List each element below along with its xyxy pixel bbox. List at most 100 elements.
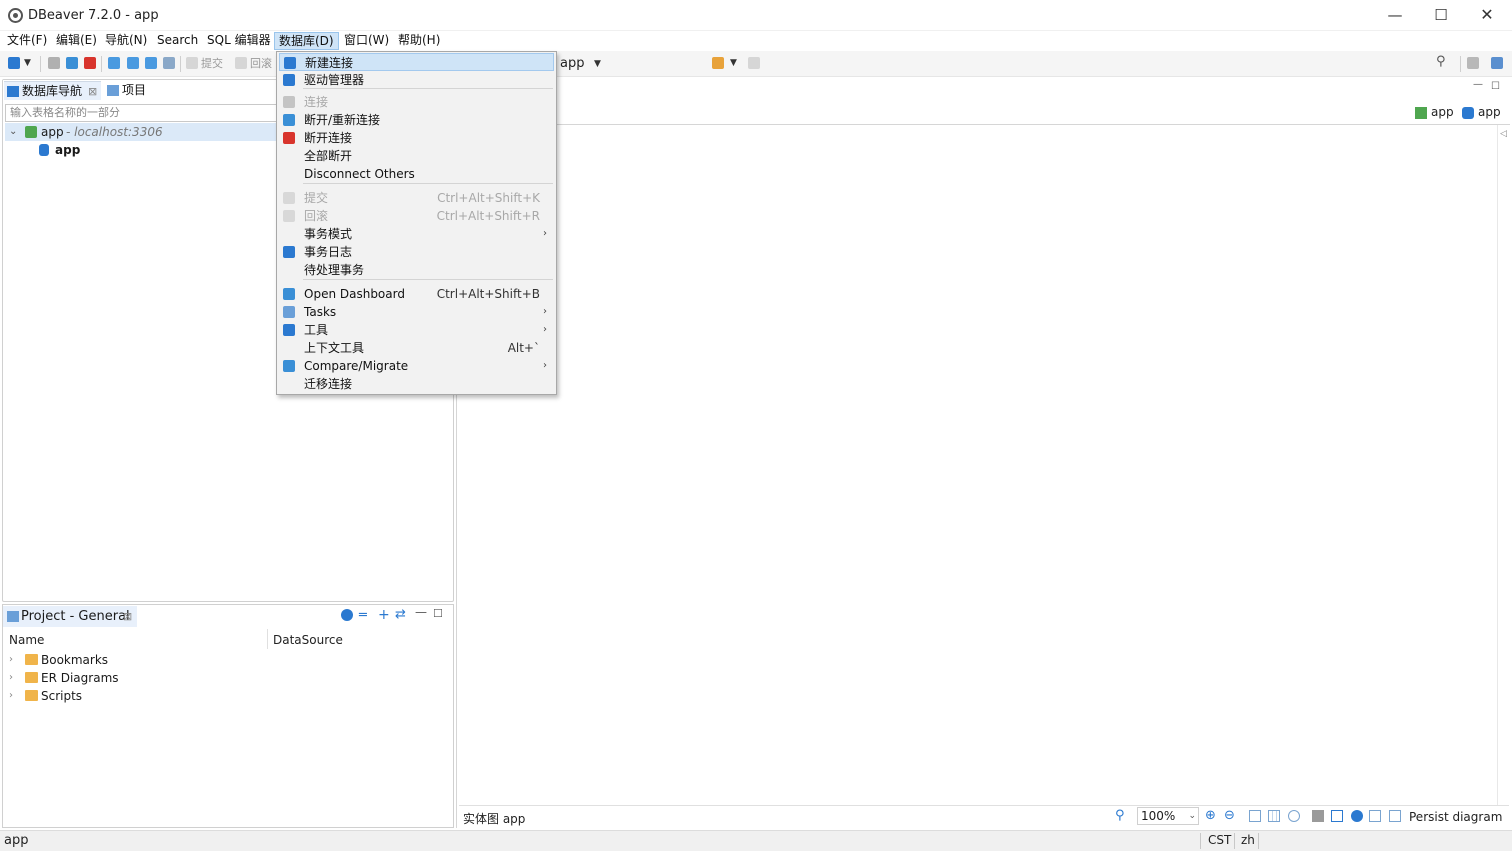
menu-item[interactable]: Open Dashboard Ctrl+Alt+Shift+B <box>279 285 554 303</box>
menu-window[interactable]: 窗口(W) <box>340 32 393 50</box>
minimize-button[interactable]: — <box>1372 0 1418 31</box>
disconnect-icon[interactable] <box>84 57 96 69</box>
collapse-all-icon[interactable]: ═ <box>359 608 367 623</box>
refresh-diagram-icon[interactable] <box>1331 810 1343 822</box>
menu-database[interactable]: 数据库(D) <box>274 32 339 50</box>
menu-item[interactable]: Disconnect Others <box>279 165 554 183</box>
menu-item[interactable]: Compare/Migrate › <box>279 357 554 375</box>
menu-item[interactable]: 驱动管理器 <box>279 71 554 89</box>
menu-item-label: 断开连接 <box>304 131 353 145</box>
menu-item[interactable]: 迁移连接 <box>279 375 554 393</box>
title-bar: DBeaver 7.2.0 - app — ☐ ✕ <box>0 0 1512 31</box>
reconnect-icon[interactable] <box>66 57 78 69</box>
menu-item[interactable]: 事务模式 › <box>279 225 554 243</box>
menu-help[interactable]: 帮助(H) <box>394 32 444 50</box>
transaction-mode-icon[interactable] <box>108 57 120 69</box>
sql-editor-icon[interactable] <box>712 57 724 69</box>
layout-icon[interactable] <box>1249 810 1261 822</box>
notation-icon[interactable] <box>1288 810 1300 822</box>
menu-item-label: 回滚 <box>304 209 329 223</box>
rollback-icon[interactable] <box>235 57 247 69</box>
maximize-editor-icon[interactable]: ☐ <box>1491 81 1500 92</box>
zoom-in-icon[interactable]: ⊕ <box>1205 808 1216 823</box>
connection-host: - localhost:3306 <box>66 125 163 139</box>
close-tab-icon[interactable]: ⊠ <box>88 82 97 101</box>
database-name: app <box>55 143 81 157</box>
breadcrumb-connection[interactable]: app <box>1415 105 1454 119</box>
chevron-right-icon[interactable]: › <box>9 651 13 669</box>
commit-icon[interactable] <box>186 57 198 69</box>
database-icon <box>7 86 19 97</box>
tab-database-navigator-label: 数据库导航 <box>22 84 83 98</box>
minimize-panel-icon[interactable]: — <box>415 605 427 619</box>
perspective-dbeaver-icon[interactable] <box>1491 57 1503 69</box>
minimize-editor-icon[interactable]: — <box>1473 79 1483 90</box>
refresh-icon[interactable] <box>127 57 139 69</box>
menu-item[interactable]: 待处理事务 <box>279 261 554 279</box>
grid-icon[interactable] <box>1268 810 1280 822</box>
gear-icon[interactable] <box>1351 810 1363 822</box>
scroll-left-icon[interactable]: ◁ <box>1500 129 1507 139</box>
list-item[interactable]: › Scripts <box>9 687 209 705</box>
save-image-icon[interactable] <box>1369 810 1381 822</box>
menu-item[interactable]: 断开连接 <box>279 129 554 147</box>
back-icon[interactable] <box>748 57 760 69</box>
menu-item[interactable]: 断开/重新连接 <box>279 111 554 129</box>
menu-sql-editor[interactable]: SQL 编辑器 <box>203 32 275 50</box>
tab-projects[interactable]: 项目 <box>104 81 154 100</box>
breadcrumb-database[interactable]: app <box>1462 105 1501 119</box>
expand-all-icon[interactable]: + <box>378 607 390 623</box>
link-editor-icon[interactable]: ⇄ <box>395 607 406 622</box>
search-icon[interactable]: ⚲ <box>1436 54 1446 69</box>
menu-item-label: 断开/重新连接 <box>304 113 381 127</box>
gear-icon[interactable] <box>341 609 353 621</box>
new-connection-dropdown-icon[interactable]: ▼ <box>24 56 31 71</box>
new-connection-icon[interactable] <box>8 57 20 69</box>
tab-database-navigator[interactable]: 数据库导航 ⊠ <box>4 81 101 100</box>
submenu-arrow-icon: › <box>543 306 547 317</box>
close-button[interactable]: ✕ <box>1464 0 1510 31</box>
menu-item[interactable]: Tasks › <box>279 303 554 321</box>
close-tab-icon[interactable]: ⊠ <box>123 606 132 628</box>
new-connection-icon <box>284 57 296 69</box>
sql-editor-dropdown-icon[interactable]: ▼ <box>730 56 737 71</box>
menu-item[interactable]: 事务日志 <box>279 243 554 261</box>
sync-icon[interactable] <box>145 57 157 69</box>
menu-search[interactable]: Search <box>153 32 202 50</box>
tree-item-database[interactable]: app <box>37 141 137 159</box>
tree-item-connection[interactable]: ⌄ app - localhost:3306 <box>5 123 277 141</box>
rollback-button[interactable]: 回滚 <box>250 56 272 71</box>
folder-icon <box>25 672 38 683</box>
maximize-button[interactable]: ☐ <box>1418 0 1464 31</box>
column-header-name[interactable]: Name <box>9 633 44 647</box>
zoom-out-icon[interactable]: ⊖ <box>1224 808 1235 823</box>
menu-file[interactable]: 文件(F) <box>3 32 51 50</box>
editor-scrollbar[interactable]: ◁ <box>1497 125 1510 805</box>
menu-item[interactable]: 上下文工具 Alt+` <box>279 339 554 357</box>
tab-project-general[interactable]: Project - General ⊠ <box>3 606 137 627</box>
menu-edit[interactable]: 编辑(E) <box>52 32 101 50</box>
schema-icon[interactable] <box>163 57 175 69</box>
list-item[interactable]: › ER Diagrams <box>9 669 209 687</box>
menu-item-label: Disconnect Others <box>304 167 415 181</box>
list-item[interactable]: › Bookmarks <box>9 651 209 669</box>
active-datasource-combo[interactable]: app ▼ <box>557 54 707 74</box>
persist-diagram-button[interactable]: Persist diagram <box>1409 810 1502 824</box>
menu-item[interactable]: 工具 › <box>279 321 554 339</box>
export-icon[interactable] <box>1389 810 1401 822</box>
zoom-combo[interactable]: 100% ⌄ <box>1137 807 1199 825</box>
chevron-right-icon[interactable]: › <box>9 669 13 687</box>
chevron-right-icon[interactable]: › <box>9 687 13 705</box>
open-perspective-icon[interactable] <box>1467 57 1479 69</box>
column-header-datasource[interactable]: DataSource <box>273 633 343 647</box>
commit-button[interactable]: 提交 <box>201 56 223 71</box>
menu-item[interactable]: 全部断开 <box>279 147 554 165</box>
connect-icon[interactable] <box>48 57 60 69</box>
chevron-down-icon[interactable]: ⌄ <box>9 123 17 141</box>
menu-navigate[interactable]: 导航(N) <box>101 32 151 50</box>
search-icon[interactable]: ⚲ <box>1115 808 1125 823</box>
menu-item[interactable]: 新建连接 <box>279 53 554 71</box>
print-icon[interactable] <box>1312 810 1324 822</box>
maximize-panel-icon[interactable]: ☐ <box>433 607 443 620</box>
toolbar-separator <box>101 56 102 72</box>
